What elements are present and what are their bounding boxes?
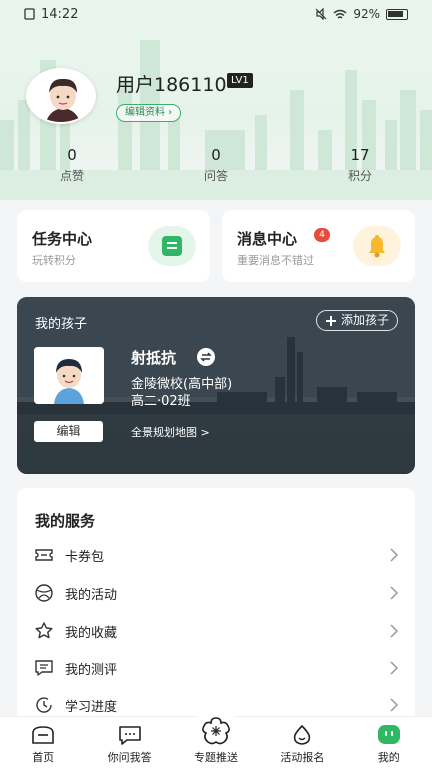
battery-icon [386,8,408,20]
nav-home[interactable]: 首页 [0,717,86,768]
message-count-badge: 4 [314,228,330,242]
ticket-icon [35,549,53,561]
username: 用户186110 [116,74,227,96]
chevron-right-icon [390,548,399,562]
my-kids-title: 我的孩子 [35,317,88,332]
service-label: 卡券包 [65,549,105,565]
message-center-card[interactable]: 消息中心 4 重要消息不错过 [222,210,415,282]
edit-profile-button[interactable]: 编辑资料 › [116,104,182,122]
kid-name: 射抵抗 [131,349,177,367]
stat-value: 17 [350,146,370,164]
stat-likes[interactable]: 0 点赞 [0,146,144,184]
stat-label: 积分 [347,169,372,183]
status-bar: 14:22 92% [0,0,432,28]
me-icon [377,725,400,744]
task-center-title: 任务中心 [32,230,93,248]
kid-class: 高二·02班 [131,394,191,409]
nav-label: 我的 [377,751,400,764]
progress-icon [36,697,52,713]
bell-icon-bg [353,226,401,266]
nav-label: 专题推送 [193,751,238,764]
nav-topics[interactable]: 专题推送 [173,707,259,768]
chevron-right-icon [390,586,399,600]
swap-arrows-icon [200,352,212,362]
bottom-navigation: 首页 你问我答 专题推送 活动报名 我的 [0,707,432,768]
star-icon [35,622,53,639]
stat-value: 0 [211,146,221,164]
qa-icon [118,726,141,745]
service-label: 我的测评 [65,662,118,678]
task-center-subtitle: 玩转积分 [32,254,76,267]
nav-label: 活动报名 [280,751,325,764]
my-services-title: 我的服务 [35,512,96,530]
service-item-favorites[interactable]: 我的收藏 [17,613,415,649]
wifi-icon [333,9,347,19]
service-label: 我的收藏 [65,625,118,641]
message-center-title: 消息中心 [237,230,298,248]
task-center-card[interactable]: 任务中心 玩转积分 [17,210,210,282]
battery-percent: 92% [353,7,380,21]
stat-label: 问答 [203,169,228,183]
user-avatar[interactable] [26,68,96,124]
home-icon [32,726,54,744]
stats-row: 0 点赞 0 问答 17 积分 [0,146,432,184]
kid-avatar-illustration [34,347,104,404]
nav-qa[interactable]: 你问我答 [86,717,172,768]
sim-icon [24,8,35,20]
add-kid-button[interactable]: 添加孩子 [315,310,398,331]
task-icon-bg [148,226,196,266]
switch-kid-icon[interactable] [197,348,215,366]
stat-label: 点赞 [59,169,84,183]
message-center-subtitle: 重要消息不错过 [237,254,314,267]
task-list-icon [162,236,182,256]
my-kids-card: 我的孩子 添加孩子 编辑 射抵抗 金陵微校(高中部) 高二·02班 全景规划地图… [17,297,415,474]
chat-list-icon [35,660,53,676]
flower-icon [202,717,230,745]
add-kid-label: 添加孩子 [340,313,389,327]
my-services-card: 我的服务 卡券包 我的活动 我的收藏 我的测评 学习进度 [17,488,415,728]
service-item-coupons[interactable]: 卡券包 [17,537,415,573]
service-label: 学习进度 [65,699,118,715]
status-time: 14:22 [41,6,79,22]
nav-label: 首页 [32,751,55,764]
nav-me[interactable]: 我的 [346,717,432,768]
plus-icon [325,315,336,326]
chevron-right-icon [390,698,399,712]
nav-label: 你问我答 [107,751,152,764]
panorama-map-link[interactable]: 全景规划地图 > [131,424,210,440]
mute-icon [315,8,327,20]
service-label: 我的活动 [65,587,118,603]
kid-avatar[interactable] [34,347,104,404]
stat-points[interactable]: 17 积分 [288,146,432,184]
nav-events[interactable]: 活动报名 [259,717,345,768]
chevron-right-icon [390,624,399,638]
service-item-assessments[interactable]: 我的测评 [17,650,415,686]
bell-icon [369,235,385,258]
chevron-right-icon [390,661,399,675]
stat-qa[interactable]: 0 问答 [144,146,288,184]
service-item-activities[interactable]: 我的活动 [17,575,415,611]
level-badge: LV1 [227,73,253,88]
stat-value: 0 [67,146,77,164]
drop-icon [294,724,311,745]
ball-icon [35,584,53,602]
profile-header: 14:22 92% 用户186110 LV1 编辑资料 › 0 点赞 0 问答 [0,0,432,200]
kid-edit-button[interactable]: 编辑 [34,421,103,442]
